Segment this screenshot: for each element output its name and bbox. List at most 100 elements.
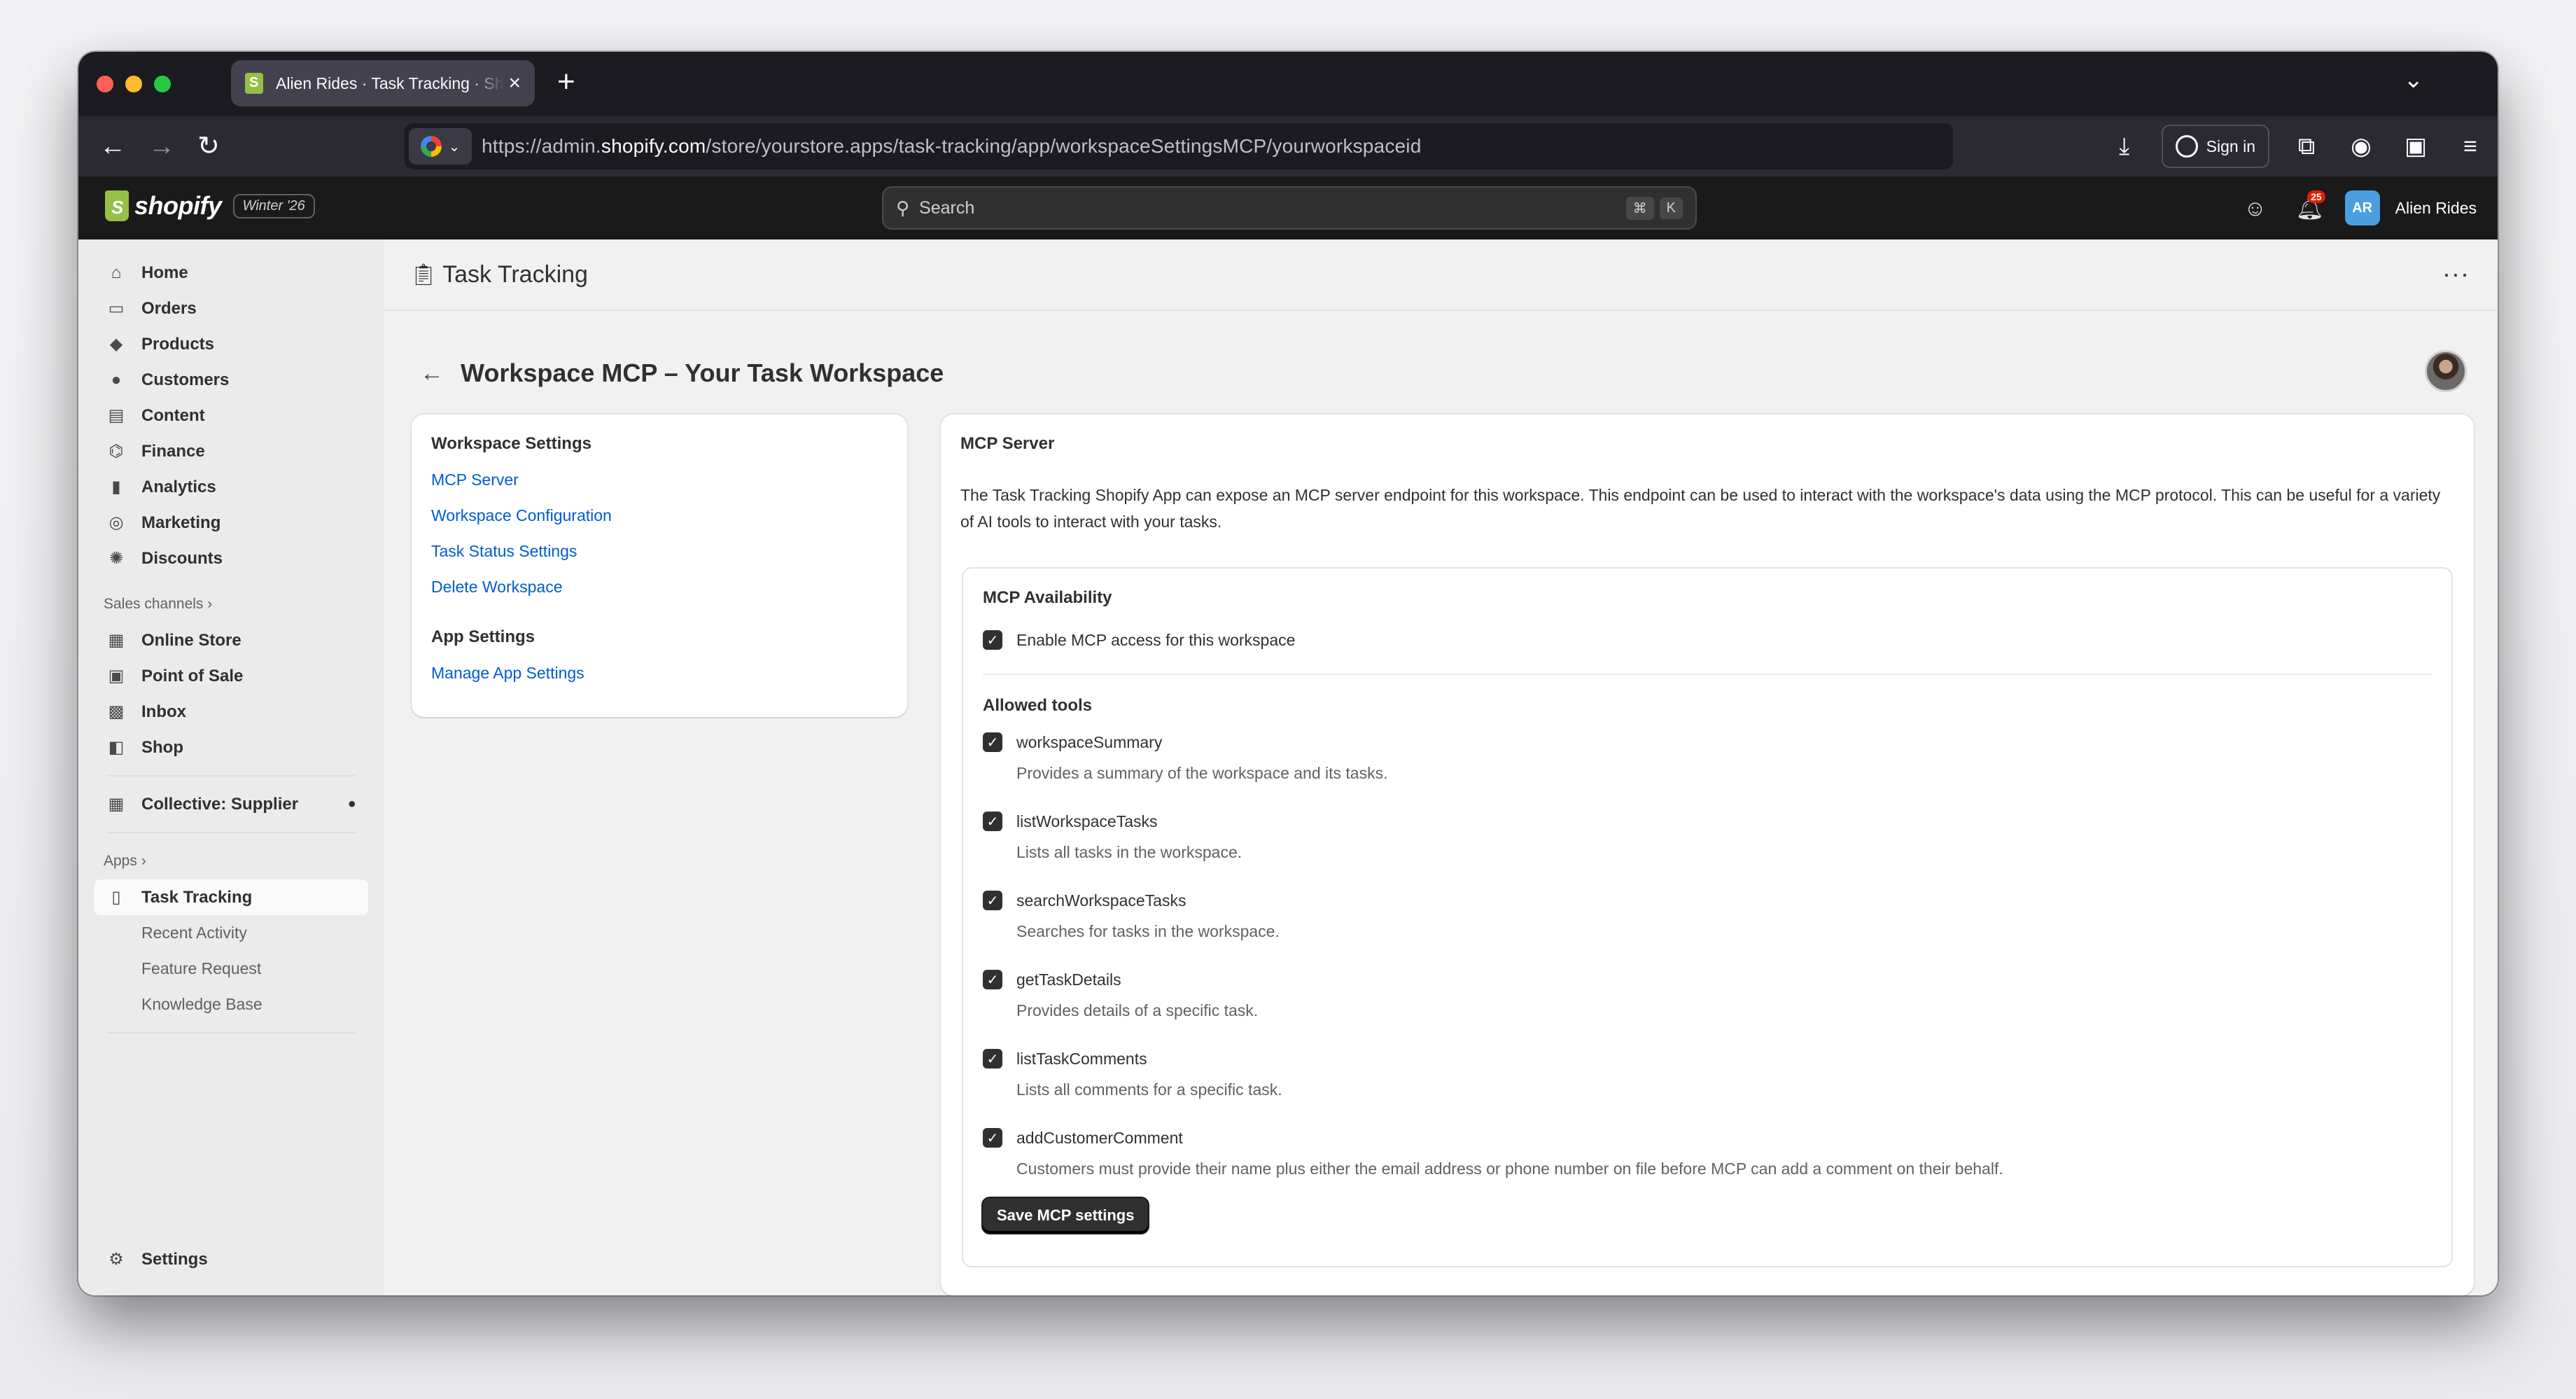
link-delete-workspace[interactable]: Delete Workspace <box>431 576 888 612</box>
sidebar-sub-feature-request[interactable]: Feature Request <box>78 951 384 987</box>
browser-window: Alien Rides · Task Tracking · Shopify × … <box>78 52 2498 1295</box>
sidebar-item-label: Online Store <box>141 630 241 650</box>
task-tracking-app-icon: 📋︎ <box>410 263 438 286</box>
back-arrow-icon[interactable]: ← <box>99 127 126 165</box>
tool-description: Searches for tasks in the workspace. <box>1016 922 1280 940</box>
password-icon[interactable]: ◉ <box>2334 132 2388 160</box>
tool-description: Lists all comments for a specific task. <box>1016 1080 1282 1099</box>
maximize-window-button[interactable] <box>154 76 171 92</box>
sidebar-item-products[interactable]: ◆ Products <box>78 326 384 362</box>
tool-workspace-summary-checkbox[interactable]: ✓ <box>983 732 1002 752</box>
person-icon: ● <box>111 370 122 389</box>
sidebar-item-home[interactable]: ⌂ Home <box>78 255 384 291</box>
sidebar-item-point-of-sale[interactable]: ▣ Point of Sale <box>78 658 384 694</box>
sales-channels-header[interactable]: Sales channels › <box>78 586 384 622</box>
bell-icon[interactable]: 🔔︎ 25 <box>2290 190 2330 221</box>
workspace-settings-heading: Workspace Settings <box>431 434 592 453</box>
menu-icon[interactable]: ≡ <box>2443 133 2498 160</box>
url-text[interactable]: https://admin.shopify.com/store/yourstor… <box>482 135 1422 158</box>
enable-mcp-checkbox-row[interactable]: ✓ Enable MCP access for this workspace <box>983 626 2432 654</box>
extension-c-icon[interactable]: ▣ <box>2388 132 2443 160</box>
save-mcp-settings-button[interactable]: Save MCP settings <box>983 1198 1149 1233</box>
sidebar-item-shop[interactable]: ◧ Shop <box>78 730 384 765</box>
tool-add-customer-comment-checkbox[interactable]: ✓ <box>983 1128 1002 1148</box>
inbox-icon: ▩ <box>108 702 125 721</box>
sidebar-item-label: Home <box>141 263 188 282</box>
download-icon[interactable]: ⤓ <box>2097 133 2152 160</box>
sign-in-button[interactable]: Sign in <box>2161 125 2269 168</box>
sidekick-icon[interactable]: ☺ <box>2236 195 2275 221</box>
tool-checkbox-row[interactable]: ✓ searchWorkspaceTasks <box>983 886 2432 914</box>
sidebar-item-collective[interactable]: ▦ Collective: Supplier • <box>78 786 384 822</box>
shopify-logo[interactable]: shopify Winter '26 <box>105 190 315 221</box>
mcp-description: The Task Tracking Shopify App can expose… <box>960 486 2441 531</box>
pos-icon: ▣ <box>108 667 125 685</box>
browser-tab[interactable]: Alien Rides · Task Tracking · Shopify × <box>231 60 535 106</box>
extensions-icon[interactable]: ⧉ <box>2279 133 2334 160</box>
settings-nav-card: Workspace Settings MCP Server Workspace … <box>412 415 907 717</box>
link-manage-app-settings[interactable]: Manage App Settings <box>431 662 888 698</box>
search-engine-selector[interactable]: ⌄ <box>409 128 472 165</box>
tool-checkbox-row[interactable]: ✓ listWorkspaceTasks <box>983 807 2432 835</box>
tool-search-workspace-tasks-checkbox[interactable]: ✓ <box>983 891 1002 910</box>
mcp-server-heading: MCP Server <box>960 434 1055 453</box>
tool-name: searchWorkspaceTasks <box>1016 891 1186 910</box>
sidebar-item-label: Content <box>141 405 205 425</box>
tool-name: getTaskDetails <box>1016 970 1121 989</box>
storefront-icon: ▦ <box>108 631 125 650</box>
enable-mcp-checkbox[interactable]: ✓ <box>983 630 1002 650</box>
user-avatar[interactable] <box>2425 350 2467 392</box>
tool-checkbox-row[interactable]: ✓ addCustomerComment <box>983 1124 2432 1152</box>
link-task-status-settings[interactable]: Task Status Settings <box>431 541 888 576</box>
sidebar-sub-recent-activity[interactable]: Recent Activity <box>78 915 384 951</box>
allowed-tools-heading: Allowed tools <box>983 696 1092 715</box>
sidebar-item-marketing[interactable]: ◎ Marketing <box>78 505 384 541</box>
minimize-window-button[interactable] <box>125 76 142 92</box>
more-actions-icon[interactable]: ··· <box>2442 259 2470 288</box>
address-bar[interactable]: ⌄ https://admin.shopify.com/store/yourst… <box>405 123 1953 169</box>
admin-search-input[interactable]: ⚲ Search ⌘ K <box>882 186 1697 230</box>
sidebar-item-content[interactable]: ▤ Content <box>78 398 384 433</box>
sidebar-item-discounts[interactable]: ✺ Discounts <box>78 541 384 576</box>
sidebar-item-finance[interactable]: ⌬ Finance <box>78 433 384 469</box>
forward-arrow-icon[interactable]: → <box>148 127 175 165</box>
tool-list-task-comments-checkbox[interactable]: ✓ <box>983 1049 1002 1069</box>
close-window-button[interactable] <box>97 76 113 92</box>
sidebar-settings-wrap: ⚙ Settings <box>78 1241 384 1277</box>
back-arrow-icon[interactable]: ← <box>420 360 444 387</box>
tool-name: listTaskComments <box>1016 1049 1147 1068</box>
chevron-down-icon[interactable]: ⌄ <box>2404 66 2424 94</box>
tool-item: ✓ listTaskComments Lists all comments for… <box>983 1045 2432 1104</box>
tool-checkbox-row[interactable]: ✓ listTaskComments <box>983 1045 2432 1073</box>
sales-channels-label: Sales channels <box>104 596 204 612</box>
apps-header[interactable]: Apps › <box>78 843 384 879</box>
edition-badge[interactable]: Winter '26 <box>232 193 315 218</box>
link-workspace-configuration[interactable]: Workspace Configuration <box>431 505 888 541</box>
tool-checkbox-row[interactable]: ✓ workspaceSummary <box>983 728 2432 756</box>
sidebar-item-online-store[interactable]: ▦ Online Store <box>78 622 384 658</box>
close-tab-icon[interactable]: × <box>508 73 521 94</box>
mcp-server-card: MCP Server The Task Tracking Shopify App… <box>941 415 2474 1295</box>
sidebar-item-task-tracking[interactable]: ▯ Task Tracking <box>94 879 368 915</box>
tool-checkbox-row[interactable]: ✓ getTaskDetails <box>983 966 2432 994</box>
link-mcp-server[interactable]: MCP Server <box>431 469 888 505</box>
sidebar-item-analytics[interactable]: ▮ Analytics <box>78 469 384 505</box>
sidebar-sub-knowledge-base[interactable]: Knowledge Base <box>78 987 384 1022</box>
sidebar-item-orders[interactable]: ▭ Orders <box>78 291 384 326</box>
sidebar-item-label: Shop <box>141 737 183 757</box>
reload-icon[interactable]: ↻ <box>197 127 220 165</box>
sidebar-item-settings[interactable]: ⚙ Settings <box>78 1241 384 1277</box>
target-icon: ◎ <box>108 513 124 532</box>
app-title: Task Tracking <box>442 260 588 288</box>
store-name[interactable]: Alien Rides <box>2395 199 2477 218</box>
store-avatar[interactable]: AR <box>2344 190 2380 225</box>
new-tab-icon[interactable]: + <box>557 64 575 99</box>
tool-list-workspace-tasks-checkbox[interactable]: ✓ <box>983 812 1002 831</box>
sidebar-item-label: Discounts <box>141 548 223 568</box>
tool-get-task-details-checkbox[interactable]: ✓ <box>983 970 1002 989</box>
sidebar-item-inbox[interactable]: ▩ Inbox <box>78 694 384 730</box>
tool-item: ✓ workspaceSummary Provides a summary of … <box>983 728 2432 787</box>
chevron-down-icon: ⌄ <box>448 139 461 155</box>
sidebar-item-customers[interactable]: ● Customers <box>78 362 384 398</box>
main-content: 📋︎ Task Tracking ··· ← Workspace MCP – Y… <box>384 239 2498 1295</box>
